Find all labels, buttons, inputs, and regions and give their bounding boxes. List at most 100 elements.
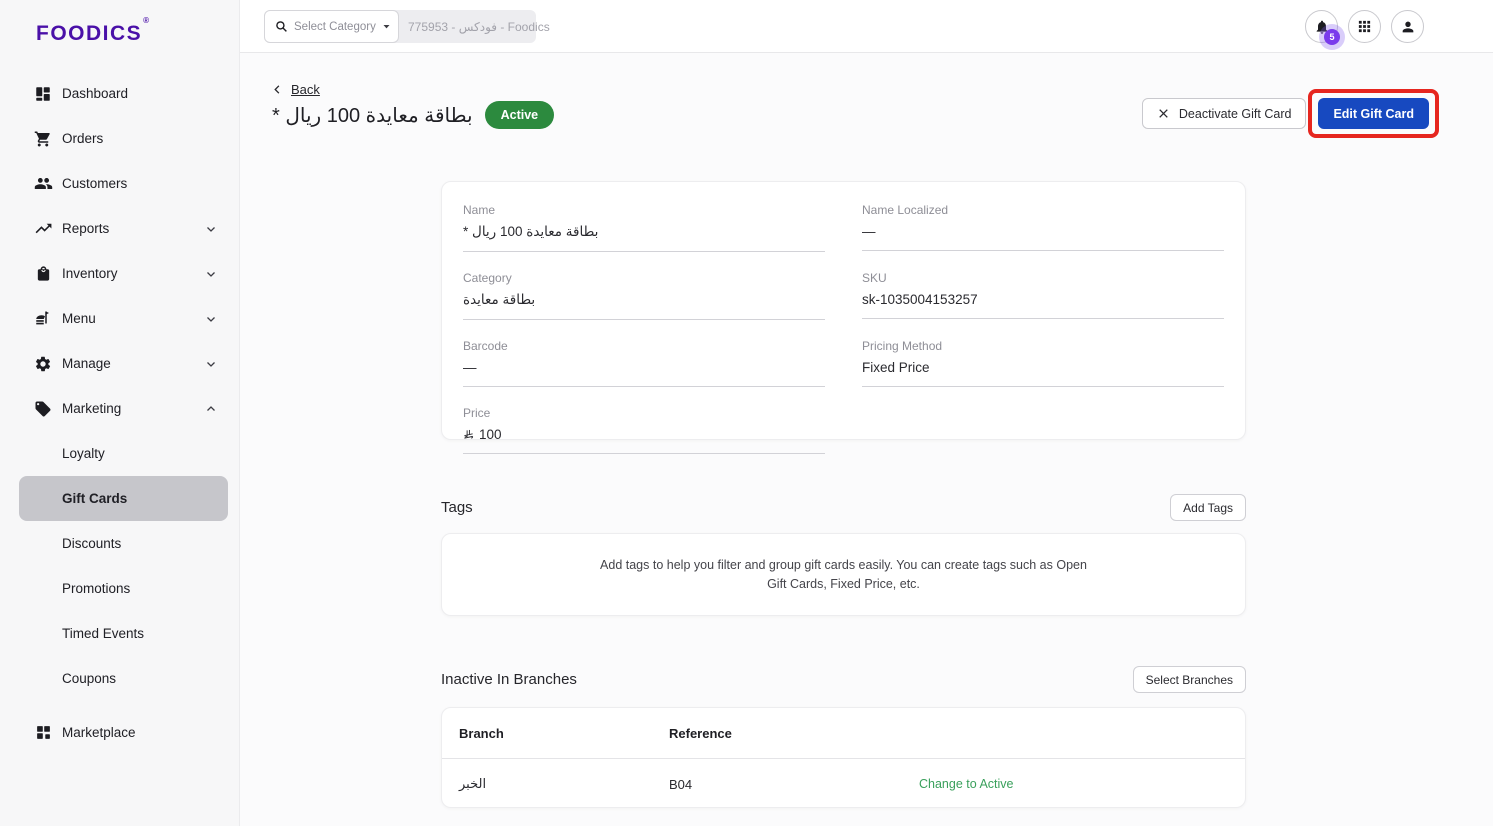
annotation-highlight-box: Edit Gift Card — [1308, 89, 1439, 138]
gift-card-details-card: Name بطاقة معايدة 100 ريال * Name Locali… — [441, 181, 1246, 440]
search-icon — [275, 20, 288, 33]
back-link[interactable]: Back — [272, 82, 320, 97]
category-selector-label: Select Category — [294, 21, 376, 33]
sidebar-item-label: Loyalty — [62, 446, 105, 461]
sidebar-item-marketing[interactable]: Marketing — [0, 386, 239, 431]
chevron-left-icon — [272, 84, 283, 95]
tags-empty-card: Add tags to help you filter and group gi… — [441, 533, 1246, 616]
field-pricing-method: Pricing Method Fixed Price — [862, 339, 1224, 387]
sidebar-item-reports[interactable]: Reports — [0, 206, 239, 251]
sidebar-item-coupons[interactable]: Coupons — [19, 656, 228, 701]
sidebar-item-marketplace[interactable]: Marketplace — [0, 710, 239, 755]
notification-badge: 5 — [1324, 29, 1340, 45]
sidebar-item-dashboard[interactable]: Dashboard — [0, 71, 239, 116]
deactivate-gift-card-button[interactable]: Deactivate Gift Card — [1142, 98, 1307, 129]
branch-name-cell: الخبر — [459, 776, 669, 792]
column-header-reference: Reference — [669, 726, 919, 741]
sidebar-item-discounts[interactable]: Discounts — [19, 521, 228, 566]
field-value: — — [862, 224, 1224, 251]
column-header-branch: Branch — [459, 726, 669, 741]
add-tags-button[interactable]: Add Tags — [1170, 494, 1246, 521]
user-icon — [1400, 19, 1416, 35]
global-search[interactable]: Select Category 775953 - فودكس - Foodics — [264, 10, 536, 43]
table-header-row: Branch Reference — [442, 708, 1245, 759]
branch-reference-cell: B04 — [669, 777, 919, 792]
sidebar-nav: Dashboard Orders Customers Reports — [0, 71, 239, 755]
cart-icon — [33, 129, 53, 149]
field-label: Price — [463, 406, 825, 420]
field-value: — — [463, 360, 825, 387]
field-sku: SKU sk-1035004153257 — [862, 271, 1224, 320]
sidebar-item-label: Customers — [62, 176, 127, 191]
price-value: 100 — [479, 427, 502, 442]
branches-section-header: Inactive In Branches Select Branches — [441, 666, 1246, 693]
field-label: Name — [463, 203, 825, 217]
apps-grid-button[interactable] — [1348, 10, 1381, 43]
page-header: بطاقة معايدة 100 ريال * Active — [272, 101, 554, 129]
customers-icon — [33, 174, 53, 194]
chevron-down-icon — [205, 358, 217, 370]
field-price: Price 100 — [463, 406, 825, 454]
sidebar-item-label: Orders — [62, 131, 103, 146]
sidebar-item-label: Manage — [62, 356, 111, 371]
tag-icon — [33, 399, 53, 419]
sidebar-item-label: Discounts — [62, 536, 121, 551]
sidebar-item-label: Marketing — [62, 401, 121, 416]
branches-table: Branch Reference الخبر B04 Change to Act… — [441, 707, 1246, 808]
edit-gift-card-button[interactable]: Edit Gift Card — [1318, 98, 1429, 129]
search-input-placeholder[interactable]: 775953 - فودكس - Foodics — [408, 20, 550, 34]
sidebar-item-inventory[interactable]: Inventory — [0, 251, 239, 296]
inventory-bag-icon — [33, 264, 53, 284]
field-barcode: Barcode — — [463, 339, 825, 387]
sidebar-item-label: Inventory — [62, 266, 118, 281]
apps-grid-icon — [1357, 19, 1372, 34]
sidebar-item-gift-cards[interactable]: Gift Cards — [19, 476, 228, 521]
chevron-down-icon — [205, 313, 217, 325]
sidebar-item-label: Coupons — [62, 671, 116, 686]
chevron-down-icon — [205, 268, 217, 280]
table-row: الخبر B04 Change to Active — [442, 759, 1245, 808]
sidebar-item-label: Menu — [62, 311, 96, 326]
sidebar-item-label: Timed Events — [62, 626, 144, 641]
field-label: Category — [463, 271, 825, 285]
sidebar-item-loyalty[interactable]: Loyalty — [19, 431, 228, 476]
field-name-localized: Name Localized — — [862, 203, 1224, 252]
field-name: Name بطاقة معايدة 100 ريال * — [463, 203, 825, 252]
sidebar-item-orders[interactable]: Orders — [0, 116, 239, 161]
account-button[interactable] — [1391, 10, 1424, 43]
close-icon — [1157, 107, 1170, 120]
sidebar-item-customers[interactable]: Customers — [0, 161, 239, 206]
dashboard-icon — [33, 84, 53, 104]
sidebar-item-timed-events[interactable]: Timed Events — [19, 611, 228, 656]
tags-section-header: Tags Add Tags — [441, 494, 1246, 521]
foodics-logo-text: FOODICS — [36, 22, 142, 45]
sidebar-item-menu[interactable]: Menu — [0, 296, 239, 341]
marketplace-icon — [33, 723, 53, 743]
change-to-active-link[interactable]: Change to Active — [919, 777, 1228, 791]
sidebar-item-label: Marketplace — [62, 725, 136, 740]
header-actions: Deactivate Gift Card Edit Gift Card — [1142, 89, 1439, 138]
field-value: sk-1035004153257 — [862, 292, 1224, 319]
main-content: Back بطاقة معايدة 100 ريال * Active Deac… — [240, 53, 1493, 826]
field-label: Name Localized — [862, 203, 1224, 217]
sidebar-item-label: Reports — [62, 221, 109, 236]
notifications-button[interactable]: 5 — [1305, 10, 1338, 43]
field-label: Barcode — [463, 339, 825, 353]
topbar: Select Category 775953 - فودكس - Foodics… — [240, 0, 1493, 53]
field-label: SKU — [862, 271, 1224, 285]
select-branches-button[interactable]: Select Branches — [1133, 666, 1246, 693]
gear-icon — [33, 354, 53, 374]
tags-heading: Tags — [441, 499, 473, 516]
sidebar-item-promotions[interactable]: Promotions — [19, 566, 228, 611]
field-value: Fixed Price — [862, 360, 1224, 387]
branches-heading: Inactive In Branches — [441, 671, 577, 688]
sidebar-item-manage[interactable]: Manage — [0, 341, 239, 386]
chevron-up-icon — [205, 403, 217, 415]
field-value: بطاقة معايدة 100 ريال * — [463, 224, 825, 252]
sidebar: FOODICS® Dashboard Orders Customers Repo… — [0, 0, 240, 826]
back-link-label: Back — [291, 82, 320, 97]
page-title: بطاقة معايدة 100 ريال * — [272, 103, 473, 128]
notification-badge-halo: 5 — [1319, 24, 1345, 50]
category-selector[interactable]: Select Category — [264, 10, 399, 43]
tags-empty-text: Add tags to help you filter and group gi… — [591, 556, 1096, 593]
